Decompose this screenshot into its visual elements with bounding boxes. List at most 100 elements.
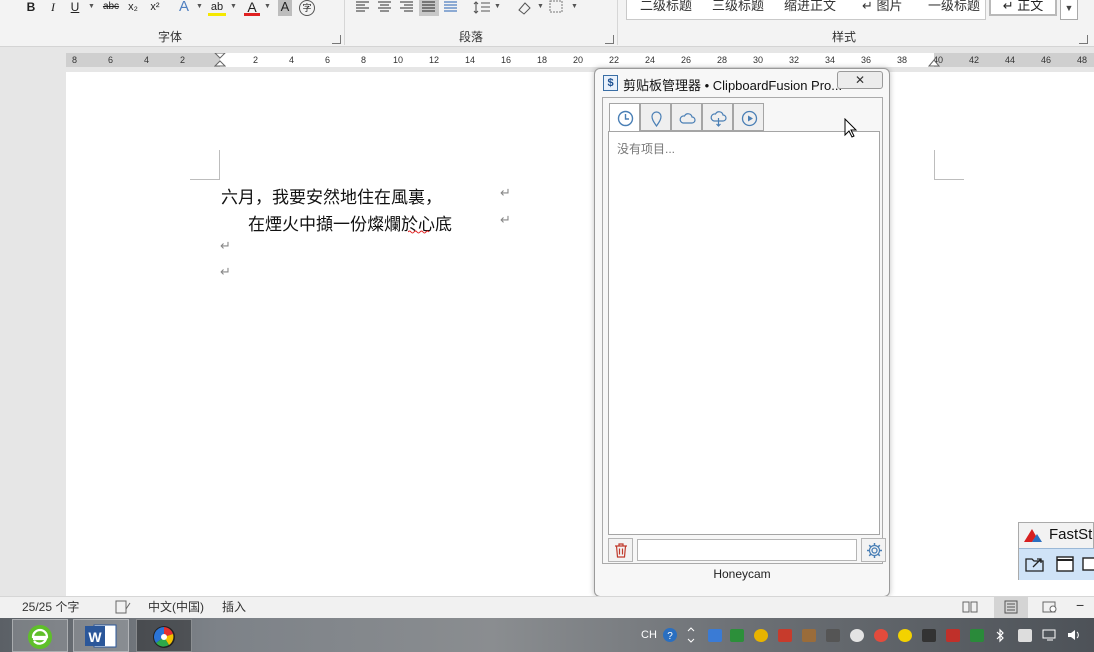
faststone-logo-icon [1024,529,1042,542]
tab-history[interactable] [609,103,640,132]
shading-icon[interactable] [515,0,533,16]
tray-app-icon[interactable] [874,629,888,642]
tray-app-icon[interactable] [730,629,744,642]
tray-app-icon[interactable] [826,629,840,642]
tray-app-icon[interactable] [778,629,792,642]
settings-button[interactable] [861,538,886,562]
style-heading-2[interactable]: 二级标题 [640,0,692,18]
tray-app-icon[interactable] [922,629,936,642]
gear-icon [867,543,882,558]
taskbar-app-word[interactable]: W [73,619,129,652]
bold-button[interactable]: B [24,0,38,16]
spellcheck-underline [408,230,430,234]
align-center-icon[interactable] [377,0,393,14]
clipboard-manager-window[interactable]: $ 剪贴板管理器 • ClipboardFusion Pro... ✕ 没有项目… [594,68,890,597]
tray-app-icon[interactable] [1018,629,1032,642]
align-left-icon[interactable] [355,0,371,14]
search-input[interactable] [637,539,857,561]
tab-macros[interactable] [733,103,764,131]
highlight-dropdown-icon[interactable]: ▼ [230,0,237,14]
borders-icon[interactable] [549,0,565,14]
ruler-label: 28 [717,55,728,65]
style-normal-selected[interactable]: ↵ 正文 [989,0,1057,16]
document-page[interactable]: 六月，我要安然地住在風裏， ↵ 在煙火中擷一份燦爛於心底 ↵ ↵ ↵ [66,72,1094,596]
tray-expand-icon[interactable] [686,626,696,644]
clock-icon [617,110,634,127]
open-folder-icon[interactable] [1025,555,1045,573]
ruler-label: 38 [897,55,908,65]
volume-icon[interactable] [1066,628,1082,642]
ruler-label: 18 [537,55,548,65]
line-spacing-dropdown-icon[interactable]: ▼ [494,0,501,14]
help-icon[interactable]: ? [662,627,678,643]
tab-cloud[interactable] [671,103,702,131]
subscript-button[interactable]: x₂ [124,0,142,16]
ruler-label: 10 [393,55,404,65]
clear-button[interactable] [608,538,633,562]
style-heading-1[interactable]: 一级标题 [928,0,980,18]
font-color-dropdown-icon[interactable]: ▼ [264,0,271,14]
print-layout-button[interactable] [994,597,1028,618]
indent-marker-icon[interactable] [214,53,226,67]
zoom-out-button[interactable]: − [1076,597,1084,613]
styles-dialog-launcher-icon[interactable] [1079,35,1088,44]
text-effect-button[interactable]: A [176,0,192,16]
cloud-icon [679,113,696,124]
font-dialog-launcher-icon[interactable] [332,35,341,44]
right-indent-marker-icon[interactable] [928,58,940,67]
text-effect-dropdown-icon[interactable]: ▼ [196,0,203,14]
ruler-label: 30 [753,55,764,65]
close-button[interactable]: ✕ [837,71,883,89]
paragraph-mark: ↵ [220,238,231,253]
paragraph-dialog-launcher-icon[interactable] [605,35,614,44]
ruler-label: 36 [861,55,872,65]
char-shading-button[interactable]: A [278,0,292,16]
style-indent-body[interactable]: 缩进正文 [784,0,836,18]
faststone-capture-toolbar[interactable]: FastSt [1018,522,1094,580]
insert-mode[interactable]: 插入 [222,599,246,615]
distributed-icon[interactable] [443,0,459,14]
input-language[interactable]: CH [641,629,657,641]
tray-app-icon[interactable] [898,629,912,642]
underline-dropdown-icon[interactable]: ▼ [88,0,95,14]
tray-app-icon[interactable] [708,629,722,642]
clipboard-toolbar [608,538,886,562]
tray-app-icon[interactable] [970,629,984,642]
highlight-button[interactable]: ab [208,0,226,16]
superscript-button[interactable]: x² [146,0,164,16]
italic-button[interactable]: I [46,0,60,16]
ruler-label: 16 [501,55,512,65]
capture-object-icon[interactable] [1081,555,1094,573]
font-color-button[interactable]: A [244,0,260,16]
line-spacing-icon[interactable] [473,0,491,16]
tab-cloud-sync[interactable] [702,103,733,131]
enclose-char-button[interactable]: 字 [299,0,315,16]
borders-dropdown-icon[interactable]: ▼ [571,0,578,14]
align-right-icon[interactable] [399,0,415,14]
network-icon[interactable] [1042,628,1058,642]
web-layout-icon[interactable] [1042,600,1058,614]
read-mode-icon[interactable] [962,600,978,614]
clipboard-item-list[interactable]: 没有项目... [608,131,880,535]
tray-app-icon[interactable] [754,629,768,642]
tab-pinned[interactable] [640,103,671,131]
justify-icon[interactable] [419,0,439,16]
word-count[interactable]: 25/25 个字 [22,599,79,615]
styles-more-icon[interactable]: ▼ [1060,0,1078,20]
underline-button[interactable]: U [68,0,82,16]
bluetooth-icon[interactable] [995,628,1005,643]
style-heading-3[interactable]: 三级标题 [712,0,764,18]
ruler-label: 8 [72,55,78,65]
style-picture[interactable]: ↵ 图片 [862,0,903,18]
tray-app-icon[interactable] [802,629,816,642]
shading-dropdown-icon[interactable]: ▼ [537,0,544,14]
taskbar-app-color[interactable] [136,619,192,652]
tray-app-icon[interactable] [850,629,864,642]
document-line-1[interactable]: 六月，我要安然地住在風裏， [221,183,442,208]
tray-app-icon[interactable] [946,629,960,642]
language-indicator[interactable]: 中文(中国) [148,599,204,615]
capture-window-icon[interactable] [1055,555,1075,573]
taskbar-app-browser[interactable] [12,619,68,652]
proofing-icon[interactable] [115,600,131,614]
strikethrough-button[interactable]: abc [100,0,122,16]
